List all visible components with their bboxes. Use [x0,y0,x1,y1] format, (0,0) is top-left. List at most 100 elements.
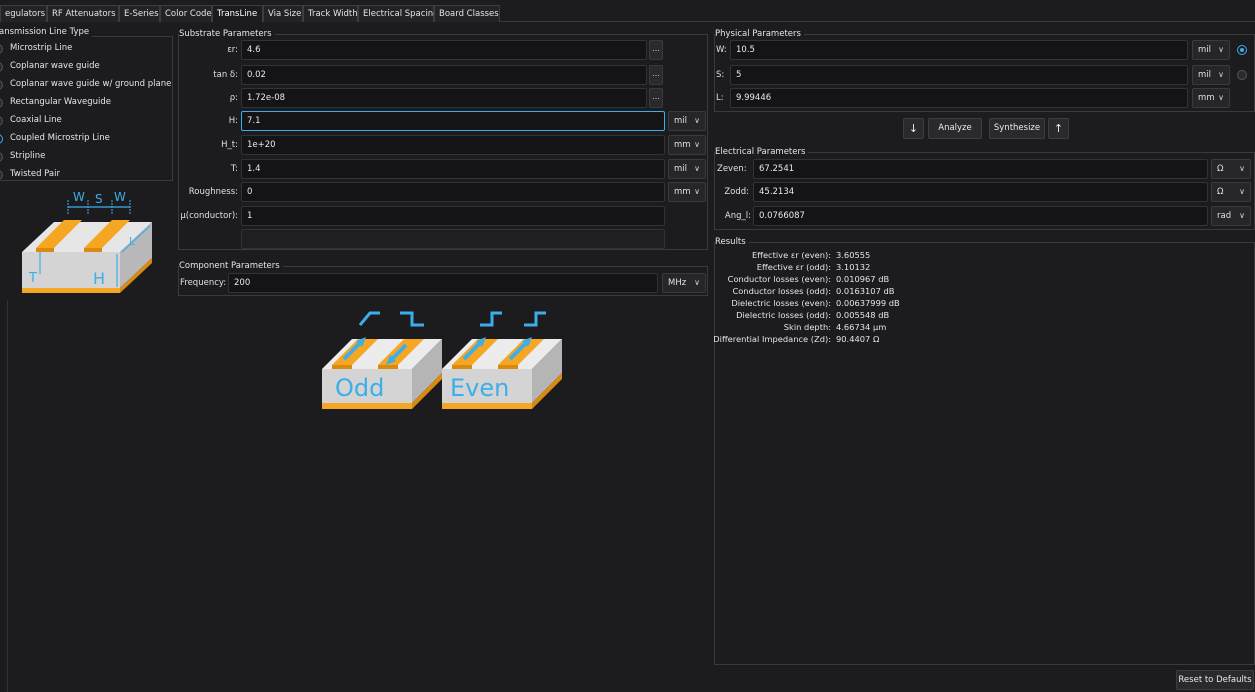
up-arrow-icon[interactable]: ↑ [1048,118,1069,139]
s-target-radio[interactable] [1237,70,1247,80]
zeven-unit-select[interactable]: Ω ∨ [1211,159,1251,179]
rho-picker-button[interactable]: ... [649,88,663,108]
odd-mode-label: Odd [335,374,384,402]
frequency-label: Frequency: [180,278,227,288]
roughness-label: Roughness: [188,187,238,197]
chevron-down-icon: ∨ [1218,93,1224,102]
h-t-label: H_t: [221,140,238,150]
h-unit-select[interactable]: mil ∨ [668,111,706,131]
w-unit-select[interactable]: mil ∨ [1192,40,1230,60]
ang-label: Ang_l: [724,211,751,221]
chevron-down-icon: ∨ [1239,187,1245,196]
ang-unit-select[interactable]: rad ∨ [1211,206,1251,226]
er-input[interactable]: 4.6 [241,40,647,60]
l-dim-label: L [129,235,136,248]
t-input[interactable]: 1.4 [241,159,665,179]
trace-2-side [84,248,102,252]
er-picker-button[interactable]: ... [649,40,663,60]
mu-input[interactable]: 1 [241,206,665,226]
h-input[interactable]: 7.1 [241,111,665,131]
result-row: Conductor losses (odd): 0.0163107 dB [732,286,895,296]
synthesize-button[interactable]: Synthesize [989,118,1045,139]
h-label: H: [228,116,238,126]
down-arrow-icon[interactable]: ↓ [903,118,924,139]
tab-bar: egulators RF Attenuators E-Series Color … [0,5,1255,22]
mu-label: μ(conductor): [180,211,238,221]
zodd-unit-select[interactable]: Ω ∨ [1211,182,1251,202]
t-dim-label: T [28,271,37,286]
s-unit-select[interactable]: mil ∨ [1192,65,1230,85]
rho-label: ρ: [229,93,238,103]
h-t-unit-select[interactable]: mm ∨ [668,135,706,155]
s-label: S: [716,70,725,80]
tab-regulators[interactable]: egulators [0,5,47,22]
roughness-input[interactable]: 0 [241,182,665,202]
chevron-down-icon: ∨ [1218,45,1224,54]
ground-plane-front [22,288,120,293]
rho-input[interactable]: 1.72e-08 [241,88,647,108]
tab-via-size[interactable]: Via Size [263,5,303,22]
w-label: W: [716,45,727,55]
frequency-unit-select[interactable]: MHz ∨ [662,273,706,293]
zeven-label: Zeven: [717,164,747,174]
roughness-unit-select[interactable]: mm ∨ [668,182,706,202]
even-mode-label: Even [450,374,509,402]
line-type-group: ansmission Line Type Microstrip Line Cop… [0,27,173,181]
w2-dim-label: W [114,190,126,204]
er-label: εr: [227,45,238,55]
chevron-down-icon: ∨ [1239,164,1245,173]
tab-e-series[interactable]: E-Series [119,5,160,22]
w-target-radio[interactable] [1237,45,1247,55]
chevron-down-icon: ∨ [694,116,700,125]
chevron-down-icon: ∨ [694,140,700,149]
coupled-microstrip-diagram: W S W T H L [22,190,152,293]
tab-rf-attenuators[interactable]: RF Attenuators [47,5,119,22]
component-title: Component Parameters [179,261,283,272]
chevron-down-icon: ∨ [1218,70,1224,79]
analyze-button[interactable]: Analyze [928,118,982,139]
tab-track-width[interactable]: Track Width [303,5,358,22]
l-label: L: [716,93,724,103]
tand-picker-button[interactable]: ... [649,65,663,85]
tab-transline[interactable]: TransLine [212,5,263,22]
tab-color-code[interactable]: Color Code [160,5,212,22]
result-row: Differential Impedance (Zd): 90.4407 Ω [713,334,880,344]
result-row: Dielectric losses (even): 0.00637999 dB [731,298,900,308]
results-title: Results [715,237,749,248]
w-dim-label: W [73,190,85,204]
line-type-title: ansmission Line Type [0,27,93,38]
tand-input[interactable]: 0.02 [241,65,647,85]
zeven-input[interactable]: 67.2541 [753,159,1208,179]
frequency-input[interactable]: 200 [228,273,658,293]
t-label: T: [230,164,238,174]
left-divider [7,300,8,692]
result-row: Effective εr (even): 3.60555 [751,250,871,260]
s-input[interactable]: 5 [730,65,1188,85]
zodd-input[interactable]: 45.2134 [753,182,1208,202]
physical-title: Physical Parameters [715,29,804,40]
reset-to-defaults-button[interactable]: Reset to Defaults [1176,670,1254,690]
l-unit-select[interactable]: mm ∨ [1192,88,1230,108]
ang-input[interactable]: 0.0766087 [753,206,1208,226]
w-input[interactable]: 10.5 [730,40,1188,60]
odd-even-mode-diagram: Odd Even [322,311,562,409]
result-row: Dielectric losses (odd): 0.005548 dB [736,310,890,320]
result-row: Effective εr (odd): 3.10132 [756,262,871,272]
substrate-title: Substrate Parameters [179,29,275,40]
chevron-down-icon: ∨ [694,164,700,173]
tand-label: tan δ: [213,70,238,80]
chevron-down-icon: ∨ [694,278,700,287]
trace-1-side [36,248,54,252]
tab-electrical-spacing[interactable]: Electrical Spacing [358,5,439,22]
result-row: Skin depth: 4.66734 μm [783,322,887,332]
h-t-input[interactable]: 1e+20 [241,135,665,155]
t-unit-select[interactable]: mil ∨ [668,159,706,179]
l-input[interactable]: 9.99446 [730,88,1188,108]
chevron-down-icon: ∨ [1239,211,1245,220]
empty-field [241,229,665,249]
zodd-label: Zodd: [724,187,749,197]
h-dim-label: H [93,269,105,288]
result-row: Conductor losses (even): 0.010967 dB [727,274,890,284]
tab-board-classes[interactable]: Board Classes [434,5,500,22]
electrical-title: Electrical Parameters [715,147,809,158]
